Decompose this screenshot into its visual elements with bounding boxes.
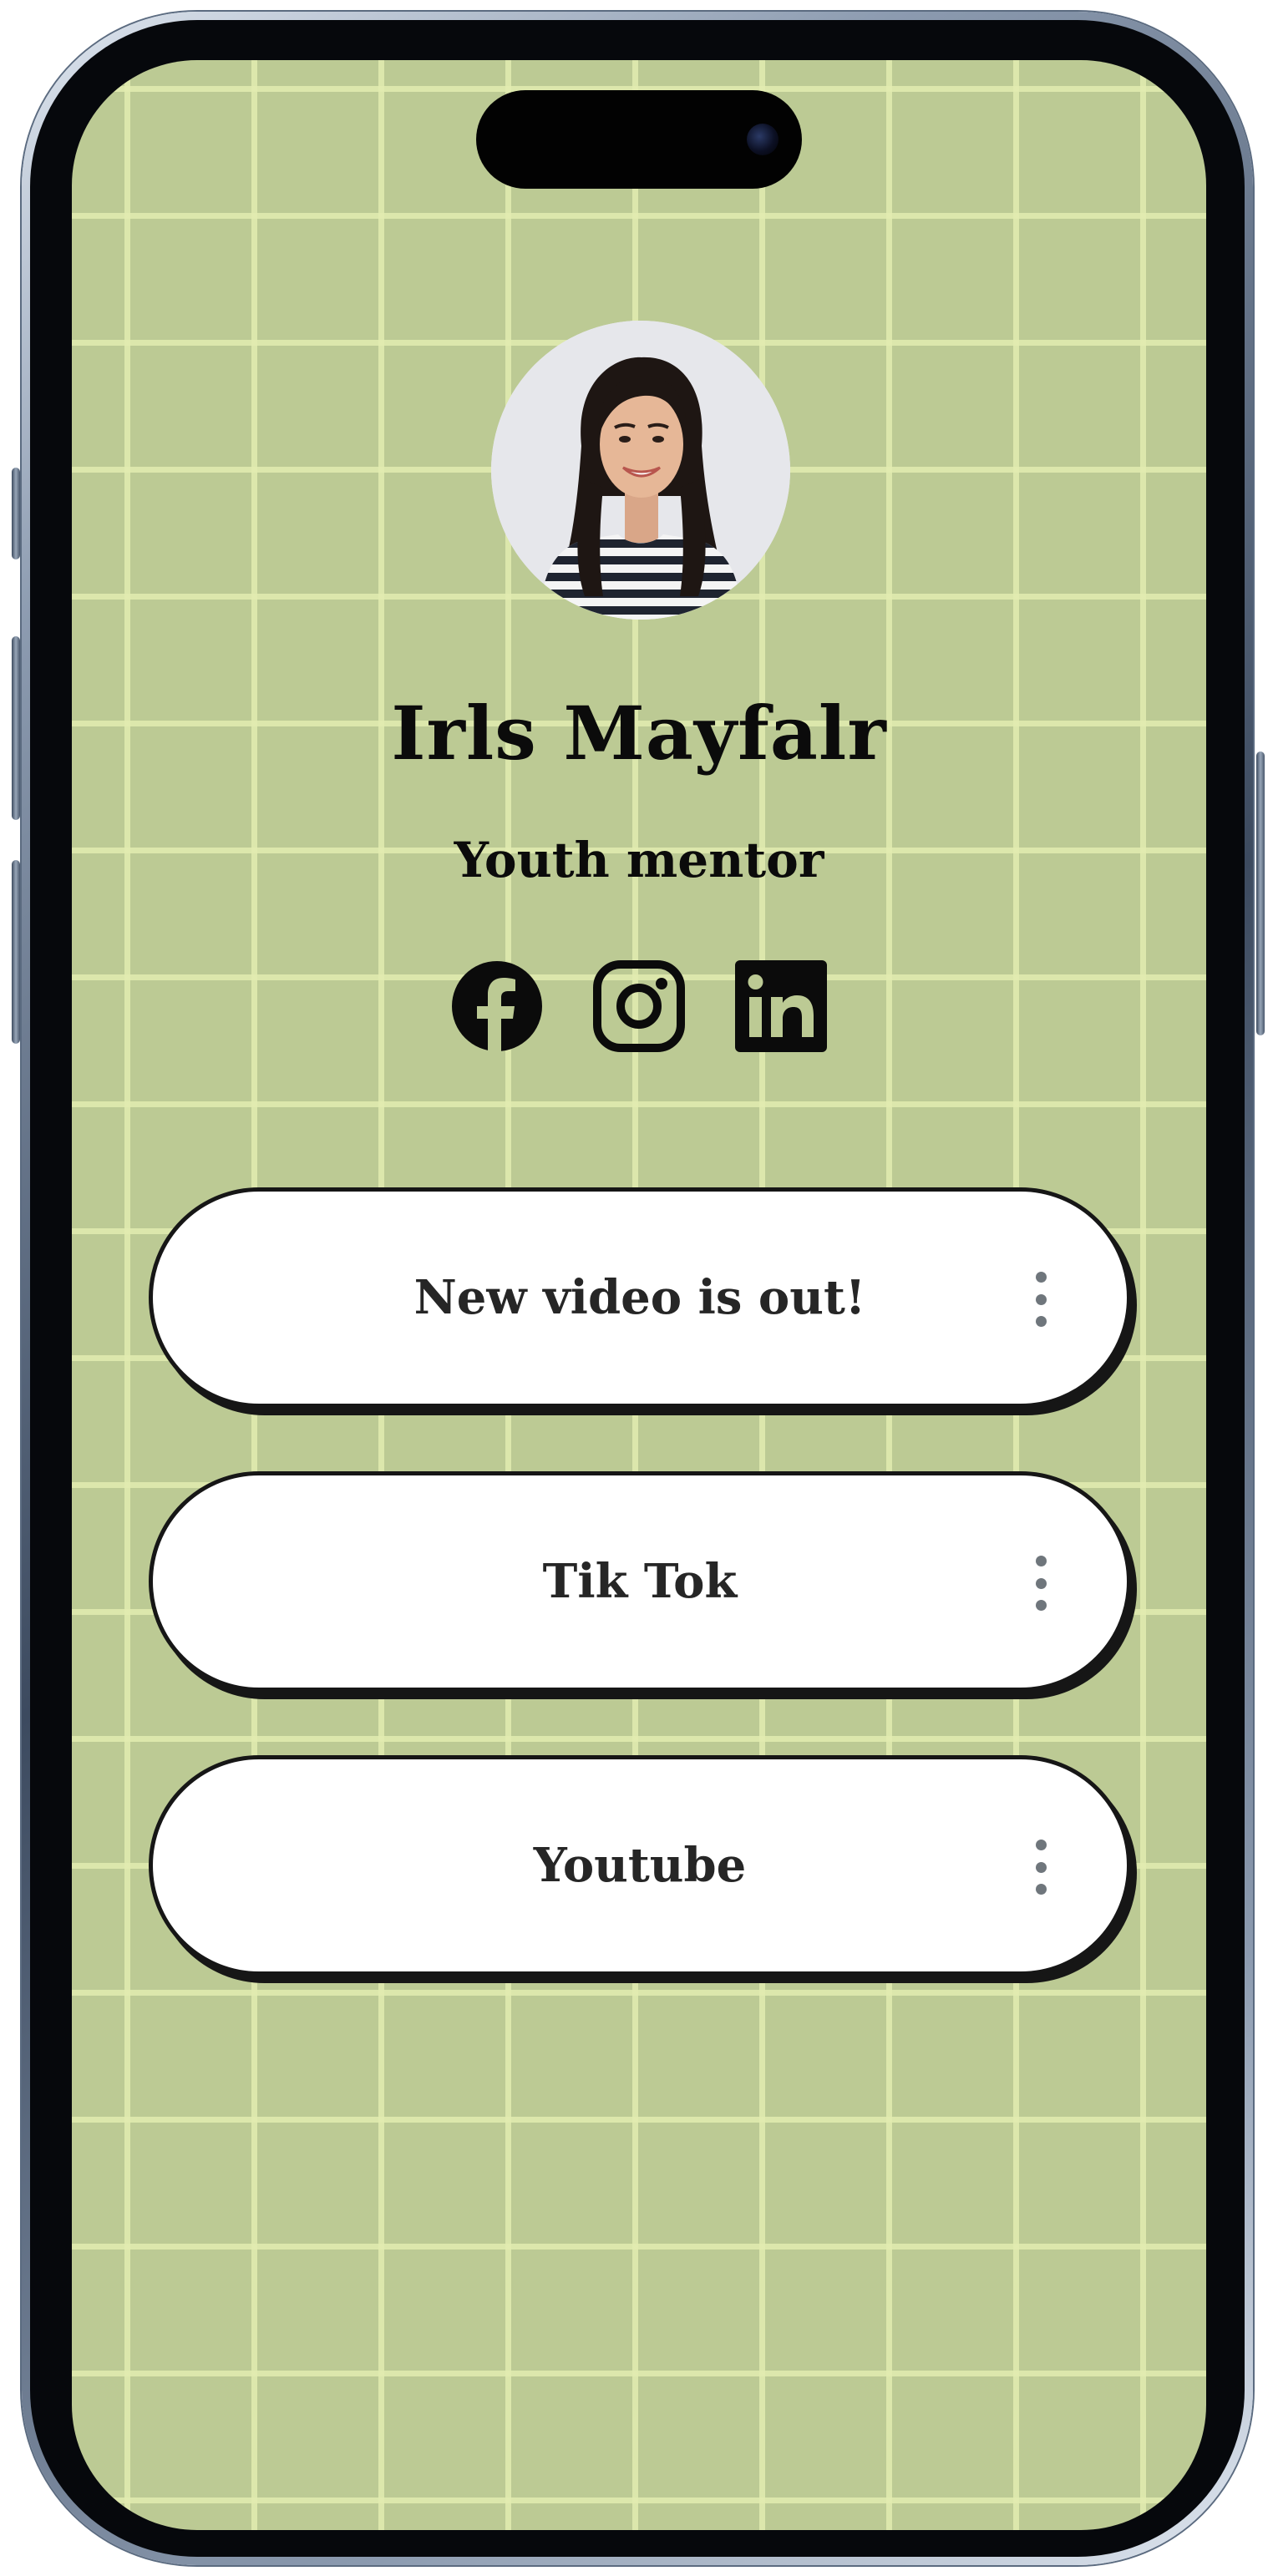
link-label: Tik Tok bbox=[542, 1554, 738, 1609]
more-vertical-icon[interactable] bbox=[1028, 1272, 1053, 1327]
link-button-tiktok[interactable]: Tik Tok bbox=[149, 1471, 1131, 1692]
avatar bbox=[491, 321, 790, 620]
link-button-youtube[interactable]: Youtube bbox=[149, 1755, 1131, 1976]
linkedin-icon[interactable] bbox=[735, 960, 827, 1052]
power-button bbox=[1256, 752, 1265, 1035]
volume-down-button bbox=[12, 860, 20, 1044]
link-label: Youtube bbox=[533, 1838, 747, 1893]
link-label: New video is out! bbox=[413, 1270, 866, 1325]
front-camera bbox=[747, 124, 779, 155]
mockup-stage: Irls Mayfalr Youth mentor New video is o… bbox=[0, 0, 1273, 2576]
phone-screen[interactable]: Irls Mayfalr Youth mentor New video is o… bbox=[72, 60, 1206, 2530]
profile-role: Youth mentor bbox=[454, 832, 824, 888]
avatar-portrait-image bbox=[491, 321, 790, 620]
social-links bbox=[72, 960, 1206, 1052]
profile-name: Irls Mayfalr bbox=[391, 690, 887, 777]
more-vertical-icon[interactable] bbox=[1028, 1556, 1053, 1611]
facebook-icon[interactable] bbox=[451, 960, 543, 1052]
dynamic-island bbox=[476, 90, 802, 189]
link-button-new-video[interactable]: New video is out! bbox=[149, 1187, 1131, 1408]
instagram-icon[interactable] bbox=[593, 960, 685, 1052]
more-vertical-icon[interactable] bbox=[1028, 1840, 1053, 1895]
volume-up-button bbox=[12, 636, 20, 820]
action-button bbox=[12, 468, 20, 559]
